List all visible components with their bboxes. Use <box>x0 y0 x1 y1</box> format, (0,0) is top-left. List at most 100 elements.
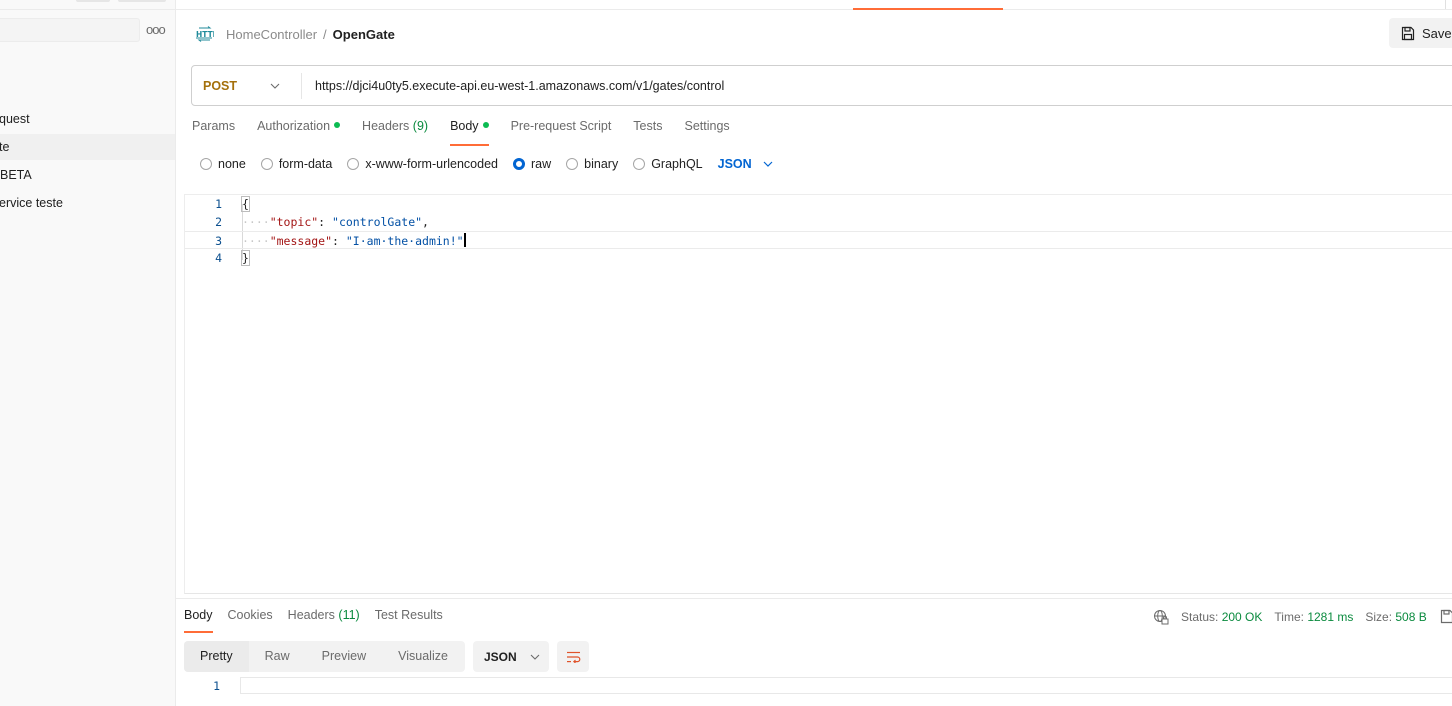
radio-none[interactable]: none <box>200 157 246 171</box>
size-label: Size: <box>1365 610 1393 624</box>
chevron-down-icon <box>530 654 540 660</box>
view-pretty[interactable]: Pretty <box>184 641 249 672</box>
tab-params[interactable]: Params <box>192 119 235 146</box>
tab-label: Tests <box>633 119 663 133</box>
radio-raw[interactable]: raw <box>513 157 551 171</box>
save-label: Save <box>1422 25 1452 41</box>
request-url-bar: POST <box>191 65 1452 106</box>
save-icon <box>1401 26 1415 40</box>
radio-icon <box>633 158 646 170</box>
body-type-selector: none form-data x-www-form-urlencoded raw… <box>200 157 773 171</box>
response-pane-divider[interactable] <box>176 598 1452 599</box>
tab-body[interactable]: Body <box>450 119 489 146</box>
code-line: 2 ····"topic": "controlGate", <box>185 213 1452 231</box>
view-raw[interactable]: Raw <box>249 641 306 672</box>
line-number: 1 <box>215 197 222 211</box>
view-preview[interactable]: Preview <box>306 641 382 672</box>
tab-bar-divider <box>176 9 1452 10</box>
request-tabs: Params Authorization Headers (9) Body Pr… <box>192 119 752 146</box>
tab-label: Pre-request Script <box>510 119 612 133</box>
tab-label: Body <box>450 119 479 133</box>
size-readout[interactable]: Size: 508 B <box>1365 610 1426 624</box>
save-response-icon[interactable] <box>1440 609 1452 624</box>
radio-label: form-data <box>278 157 333 171</box>
tab-pre-request-script[interactable]: Pre-request Script <box>511 119 612 146</box>
json-value: "I·am·the·admin!" <box>345 234 464 248</box>
sidebar-item-active[interactable]: te <box>0 134 175 160</box>
more-options-icon[interactable]: ooo <box>146 22 166 37</box>
response-meta: Status: 200 OK Time: 1281 ms Size: 508 B <box>1153 609 1439 625</box>
radio-x-www-form-urlencoded[interactable]: x-www-form-urlencoded <box>347 157 498 171</box>
status-readout[interactable]: Status: 200 OK <box>1181 610 1262 624</box>
modified-dot-icon <box>482 122 489 128</box>
json-separator: : <box>332 234 346 248</box>
wrap-lines-button[interactable] <box>557 641 589 672</box>
code-text: } <box>241 249 250 267</box>
tab-settings[interactable]: Settings <box>684 119 729 146</box>
tab-authorization[interactable]: Authorization <box>257 119 341 146</box>
tab-label: Headers <box>287 608 335 622</box>
save-button[interactable]: Save <box>1389 18 1452 48</box>
radio-label: x-www-form-urlencoded <box>365 157 498 171</box>
tab-headers[interactable]: Headers (9) <box>362 119 428 146</box>
modified-dot-icon <box>334 122 341 128</box>
radio-label: binary <box>584 157 619 171</box>
headers-count: (9) <box>412 119 429 133</box>
response-tab-headers[interactable]: Headers (11) <box>288 608 360 633</box>
sidebar: ooo t quest te BETA ervice teste <box>0 0 176 706</box>
breadcrumb-parent[interactable]: HomeController <box>226 27 317 42</box>
response-view-switcher: Pretty Raw Preview Visualize <box>184 641 465 672</box>
tab-label: Params <box>192 119 236 133</box>
body-language-select[interactable]: JSON <box>718 157 773 171</box>
view-visualize[interactable]: Visualize <box>382 641 464 672</box>
breadcrumb-current[interactable]: OpenGate <box>333 27 395 42</box>
globe-lock-icon[interactable] <box>1153 609 1169 625</box>
code-line: 4 } <box>185 249 1452 267</box>
json-key: "message" <box>269 234 333 248</box>
tab-bar-separator <box>1445 0 1446 9</box>
response-tab-test-results[interactable]: Test Results <box>375 608 443 633</box>
sidebar-item[interactable]: ervice teste <box>0 190 175 216</box>
sidebar-top-button[interactable] <box>118 0 166 2</box>
code-text: { <box>241 195 250 213</box>
radio-icon <box>260 158 273 170</box>
active-tab-indicator <box>853 8 1003 10</box>
line-number: 2 <box>215 215 222 229</box>
http-icon: HTTP <box>196 26 214 42</box>
radio-label: raw <box>531 157 552 171</box>
radio-binary[interactable]: binary <box>566 157 618 171</box>
response-body-viewer[interactable]: 1 <box>184 677 1452 695</box>
radio-form-data[interactable]: form-data <box>260 157 333 171</box>
time-readout[interactable]: Time: 1281 ms <box>1274 610 1353 624</box>
json-separator: : <box>318 215 333 229</box>
code-line: 1 { <box>185 195 1452 213</box>
chevron-down-icon <box>763 161 773 167</box>
tab-label: Authorization <box>257 119 331 133</box>
response-tab-body[interactable]: Body <box>184 608 213 633</box>
method-select[interactable]: POST <box>192 72 302 99</box>
response-format-select[interactable]: JSON <box>473 641 549 672</box>
tab-label: Test Results <box>374 608 443 622</box>
brace: } <box>241 250 250 266</box>
url-input[interactable] <box>302 78 1452 93</box>
radio-label: GraphQL <box>651 157 703 171</box>
method-label: POST <box>203 78 238 93</box>
response-tabs: Body Cookies Headers (11) Test Results <box>184 608 458 633</box>
sidebar-search-input[interactable] <box>0 18 140 42</box>
request-body-editor[interactable]: 1 { 2 ····"topic": "controlGate", 3 ····… <box>184 194 1452 594</box>
sidebar-item[interactable]: quest <box>0 106 175 132</box>
tab-tests[interactable]: Tests <box>633 119 662 146</box>
breadcrumb-separator: / <box>323 26 327 42</box>
sidebar-item[interactable]: t <box>0 78 175 104</box>
line-number: 1 <box>213 679 220 693</box>
sidebar-item[interactable]: BETA <box>0 162 175 188</box>
tab-label: Body <box>184 608 213 622</box>
radio-icon <box>200 158 212 170</box>
tab-label: Settings <box>684 119 730 133</box>
sidebar-top-button[interactable] <box>76 0 110 2</box>
code-text: ····"message": "I·am·the·admin!" <box>242 232 466 250</box>
line-number: 4 <box>215 251 222 265</box>
response-tab-cookies[interactable]: Cookies <box>228 608 273 633</box>
radio-graphql[interactable]: GraphQL <box>633 157 703 171</box>
size-value: 508 B <box>1395 610 1427 624</box>
